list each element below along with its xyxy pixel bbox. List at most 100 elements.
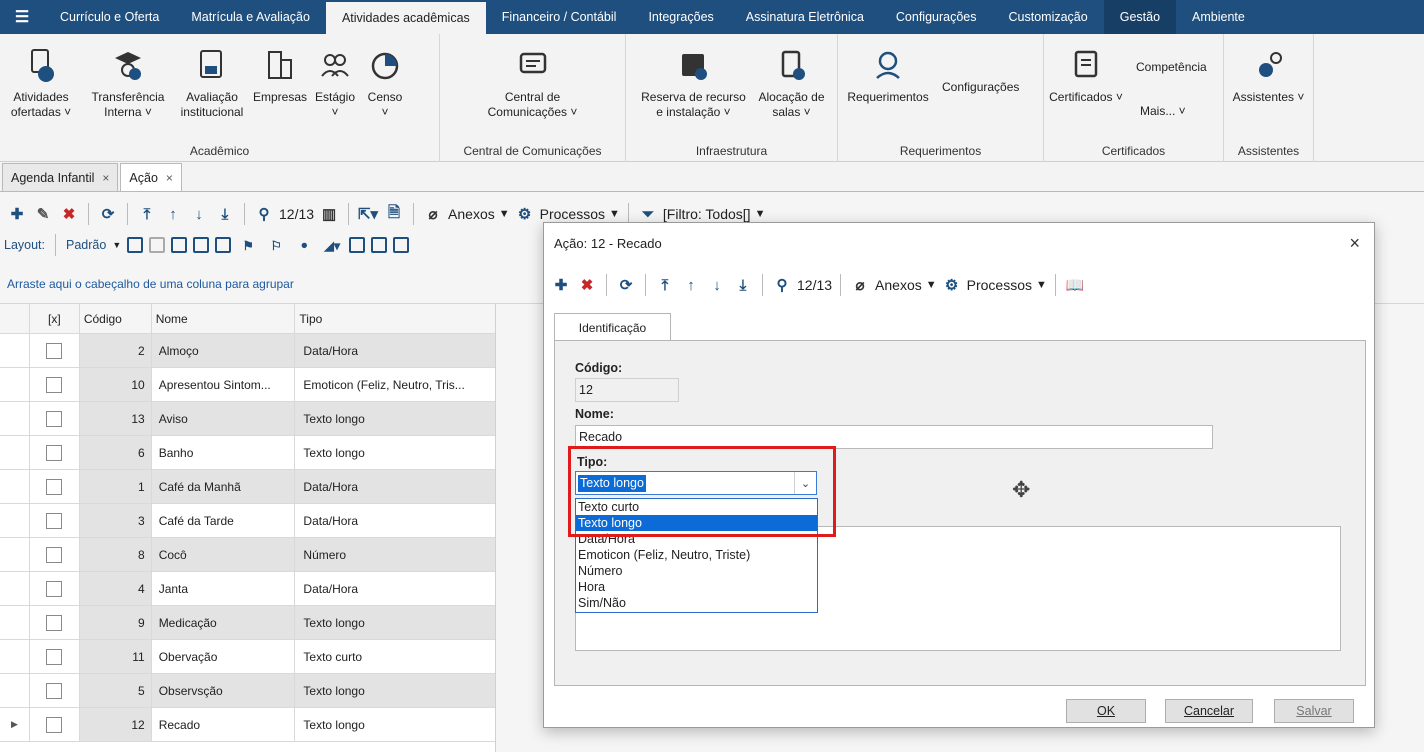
edit-icon[interactable]: ✎ [32, 202, 54, 226]
table-row[interactable]: 5 Observsção Texto longo [0, 674, 495, 708]
row-checkbox[interactable] [46, 546, 63, 563]
chart-icon[interactable]: ◢▾ [321, 233, 343, 257]
refresh-icon[interactable]: ⟳ [615, 273, 637, 297]
expand-icon[interactable] [127, 237, 144, 253]
panel-top-icon[interactable] [393, 237, 410, 253]
menu-tab-ambiente[interactable]: Ambiente [1176, 0, 1261, 34]
anexos-menu[interactable]: Anexos [448, 206, 495, 222]
table-row[interactable]: 13 Aviso Texto longo [0, 402, 495, 436]
pin-down-icon[interactable]: ⚐ [265, 233, 287, 257]
first-record-icon[interactable]: ⤒ [654, 273, 676, 297]
book-icon[interactable]: 📖 [1064, 273, 1086, 297]
censo-button[interactable]: Censo ˅ [360, 34, 410, 162]
processos-menu[interactable]: Processos [967, 277, 1032, 293]
delete-icon[interactable]: ✖ [576, 273, 598, 297]
empresas-button[interactable]: Empresas [250, 34, 310, 162]
chevron-down-icon[interactable]: ▼ [499, 208, 510, 220]
transferencia-interna-button[interactable]: Transferência Interna ˅ [82, 34, 174, 162]
table-row[interactable]: ▶ 12 Recado Texto longo [0, 708, 495, 742]
column-header-select[interactable]: [x] [30, 304, 80, 333]
row-checkbox[interactable] [46, 410, 63, 427]
app-logo-icon[interactable]: ☰ [0, 0, 44, 34]
cancel-button[interactable]: Cancelar [1165, 699, 1253, 723]
atividades-ofertadas-button[interactable]: Atividades ofertadas ˅ [0, 34, 82, 162]
add-icon[interactable]: ✚ [550, 273, 572, 297]
report-icon[interactable]: 🗎 [383, 202, 405, 226]
reserva-recurso-button[interactable]: Reserva de recurso e instalação ˅ [634, 34, 754, 162]
requerimentos-button[interactable]: Requerimentos [838, 34, 938, 162]
next-record-icon[interactable]: ↓ [188, 202, 210, 226]
download-icon[interactable] [215, 237, 232, 253]
columns-icon[interactable]: ▥ [318, 202, 340, 226]
chevron-down-icon[interactable]: ▼ [926, 279, 937, 291]
table-row[interactable]: 2 Almoço Data/Hora [0, 334, 495, 368]
competencia-button[interactable]: Competência [1136, 60, 1207, 74]
first-record-icon[interactable]: ⤒ [136, 202, 158, 226]
menu-tab-matricula[interactable]: Matrícula e Avaliação [175, 0, 326, 34]
tab-acao[interactable]: Ação × [120, 163, 182, 191]
estagio-button[interactable]: Estágio ˅ [310, 34, 360, 162]
row-checkbox[interactable] [46, 614, 63, 631]
menu-tab-integracoes[interactable]: Integrações [632, 0, 729, 34]
row-checkbox[interactable] [46, 648, 63, 665]
close-icon[interactable]: × [1349, 233, 1360, 254]
mais-button[interactable]: Mais... ˅ [1140, 104, 1186, 118]
column-header-tipo[interactable]: Tipo [295, 304, 495, 333]
table-row[interactable]: 8 Cocô Número [0, 538, 495, 572]
row-checkbox[interactable] [46, 512, 63, 529]
save-button[interactable]: Salvar [1274, 699, 1354, 723]
filter-menu[interactable]: [Filtro: Todos[] [663, 206, 751, 222]
search-icon[interactable]: ⚲ [771, 273, 793, 297]
row-checkbox[interactable] [46, 342, 63, 359]
anexos-menu[interactable]: Anexos [875, 277, 922, 293]
chevron-down-icon[interactable]: ▼ [609, 208, 620, 220]
menu-tab-customizacao[interactable]: Customização [993, 0, 1104, 34]
collapse-icon[interactable] [149, 237, 166, 253]
assistentes-button[interactable]: Assistentes ˅ [1227, 34, 1311, 162]
tab-agenda-infantil[interactable]: Agenda Infantil × [2, 163, 119, 191]
table-row[interactable]: 6 Banho Texto longo [0, 436, 495, 470]
next-record-icon[interactable]: ↓ [706, 273, 728, 297]
dropdown-option[interactable]: Sim/Não [576, 595, 817, 611]
paint-icon[interactable]: ● [293, 233, 315, 257]
table-row[interactable]: 11 Obervação Texto curto [0, 640, 495, 674]
close-icon[interactable]: × [166, 171, 173, 185]
avaliacao-institucional-button[interactable]: Avaliação institucional [174, 34, 250, 162]
chevron-down-icon[interactable]: ▼ [755, 208, 766, 220]
menu-tab-configuracoes[interactable]: Configurações [880, 0, 993, 34]
tab-identificacao[interactable]: Identificação [554, 313, 671, 341]
close-icon[interactable]: × [102, 171, 109, 185]
upload-icon[interactable] [193, 237, 210, 253]
refresh-icon[interactable]: ⟳ [97, 202, 119, 226]
menu-tab-financeiro[interactable]: Financeiro / Contábil [486, 0, 633, 34]
layout-select[interactable]: Padrão [66, 238, 106, 252]
layout-icon[interactable] [171, 237, 188, 253]
menu-tab-curriculo[interactable]: Currículo e Oferta [44, 0, 175, 34]
certificados-button[interactable]: Certificados ˅ [1044, 34, 1128, 162]
table-row[interactable]: 4 Janta Data/Hora [0, 572, 495, 606]
chevron-down-icon[interactable]: ▼ [1036, 279, 1047, 291]
add-icon[interactable]: ✚ [6, 202, 28, 226]
last-record-icon[interactable]: ⤓ [214, 202, 236, 226]
dropdown-option[interactable]: Hora [576, 579, 817, 595]
delete-icon[interactable]: ✖ [58, 202, 80, 226]
search-icon[interactable]: ⚲ [253, 202, 275, 226]
row-checkbox[interactable] [46, 444, 63, 461]
chevron-down-icon[interactable]: ▼ [112, 240, 121, 250]
table-row[interactable]: 9 Medicação Texto longo [0, 606, 495, 640]
table-row[interactable]: 1 Café da Manhã Data/Hora [0, 470, 495, 504]
column-header-nome[interactable]: Nome [152, 304, 296, 333]
processos-menu[interactable]: Processos [540, 206, 605, 222]
last-record-icon[interactable]: ⤓ [732, 273, 754, 297]
panel-split-icon[interactable] [371, 237, 388, 253]
pin-icon[interactable]: ⚑ [237, 233, 259, 257]
central-comunicacoes-button[interactable]: Central de Comunicações ˅ [468, 34, 598, 162]
row-checkbox[interactable] [46, 580, 63, 597]
table-row[interactable]: 3 Café da Tarde Data/Hora [0, 504, 495, 538]
row-checkbox[interactable] [46, 716, 63, 733]
dropdown-option[interactable]: Emoticon (Feliz, Neutro, Triste) [576, 547, 817, 563]
previous-record-icon[interactable]: ↑ [162, 202, 184, 226]
row-checkbox[interactable] [46, 376, 63, 393]
menu-tab-assinatura[interactable]: Assinatura Eletrônica [730, 0, 880, 34]
panel-bottom-icon[interactable] [349, 237, 366, 253]
